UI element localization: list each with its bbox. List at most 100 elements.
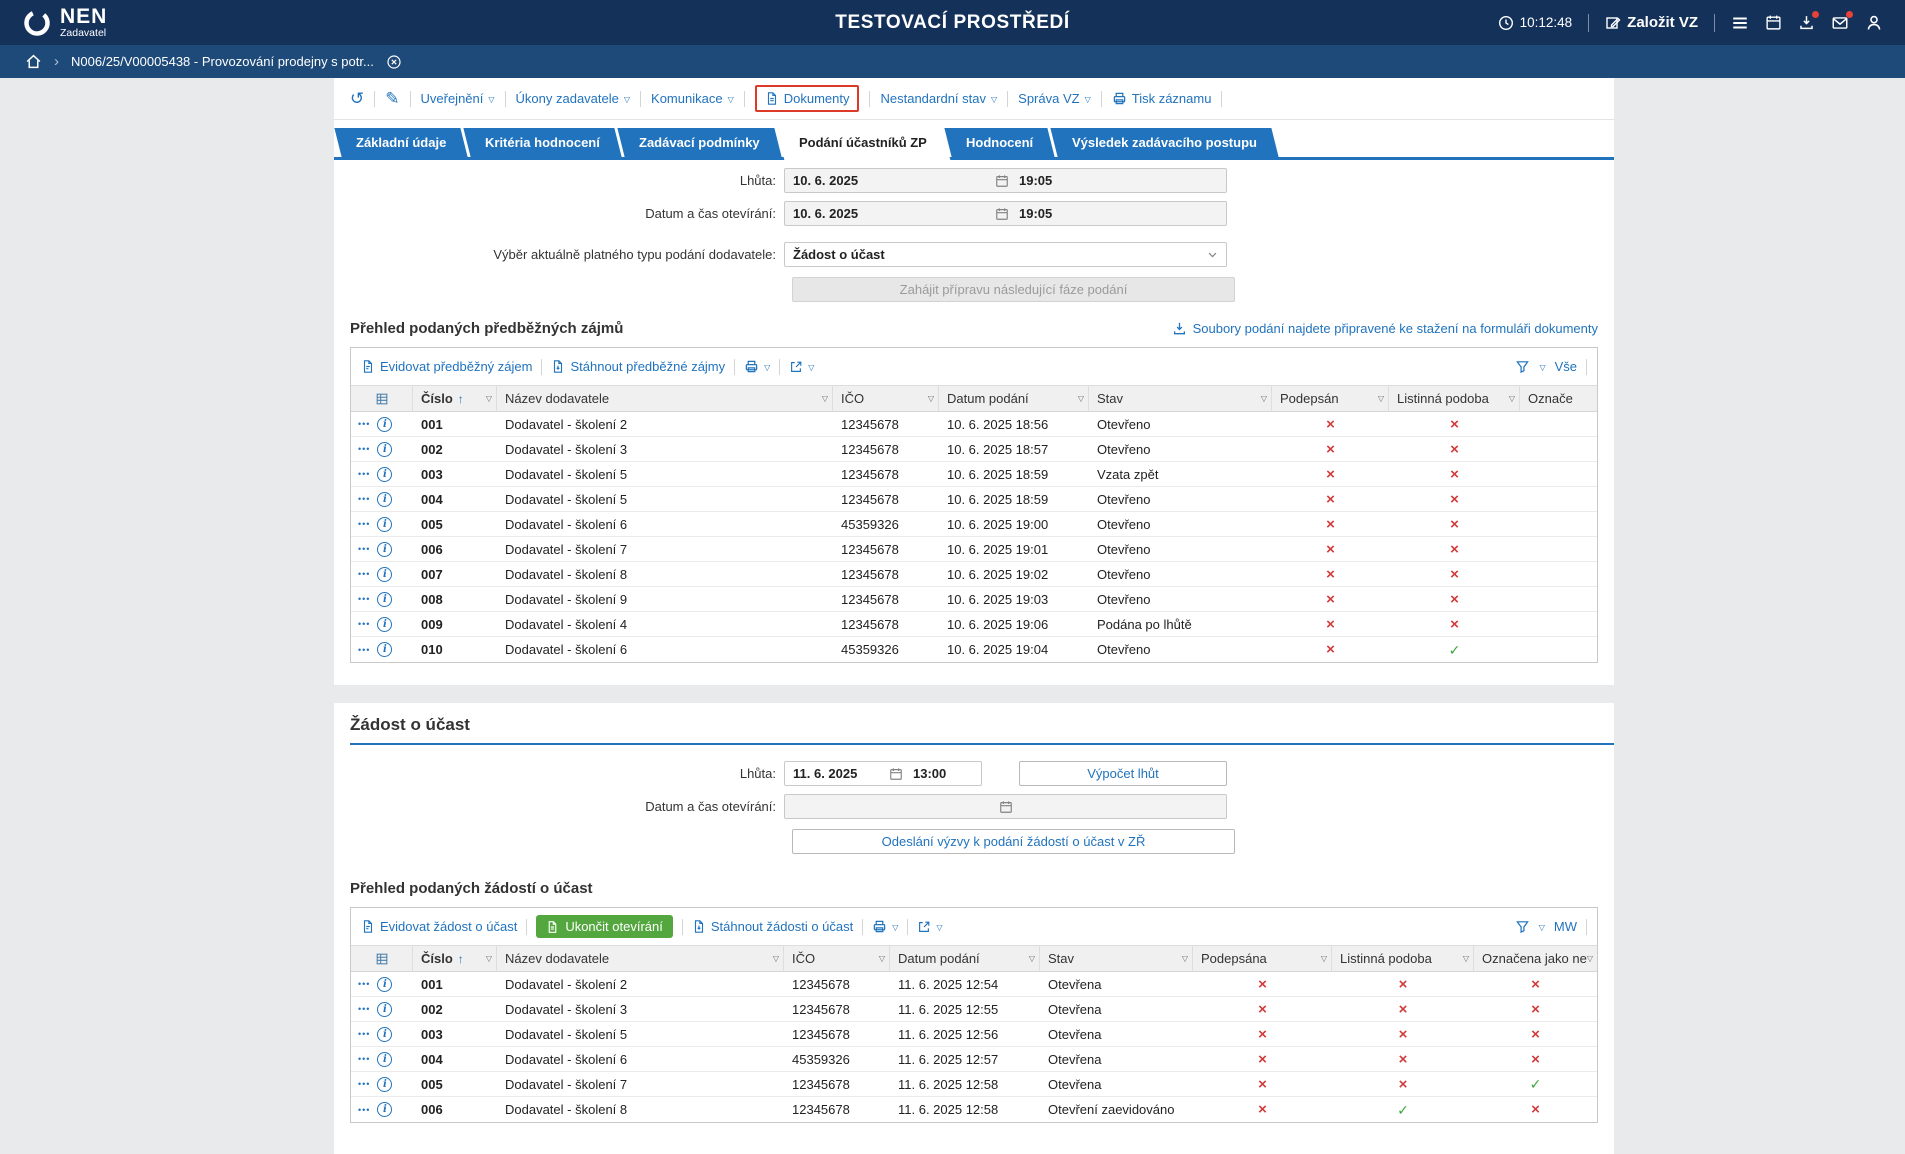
filter-triangle-icon[interactable]: ▽: [1029, 954, 1035, 963]
table-row[interactable]: •••i004Dodavatel - školení 64535932611. …: [351, 1047, 1597, 1072]
row-menu-icon[interactable]: •••: [358, 619, 370, 629]
row-menu-icon[interactable]: •••: [358, 1029, 370, 1039]
view-selector[interactable]: MW: [1554, 919, 1577, 934]
column-header-oznacena[interactable]: Označe: [1520, 386, 1597, 411]
filter-triangle-icon[interactable]: ▽: [1587, 954, 1593, 963]
row-menu-icon[interactable]: •••: [358, 1105, 370, 1115]
filter-icon[interactable]: [1515, 919, 1530, 934]
row-menu-icon[interactable]: •••: [358, 645, 370, 655]
tab-kriteria-hodnoceni[interactable]: Kritéria hodnocení: [464, 128, 622, 157]
info-icon[interactable]: i: [377, 442, 392, 457]
menu-sprava-vz[interactable]: Správa VZ▽: [1018, 91, 1091, 106]
table-row[interactable]: •••i002Dodavatel - školení 31234567810. …: [351, 437, 1597, 462]
calendar-icon[interactable]: [999, 800, 1013, 814]
column-header-cislo[interactable]: Číslo↑▽: [413, 386, 497, 411]
tab-zakladni-udaje[interactable]: Základní údaje: [334, 128, 468, 157]
filter-triangle-icon[interactable]: ▽: [1463, 954, 1469, 963]
filter-triangle-icon[interactable]: ▽: [1378, 394, 1384, 403]
filter-triangle-icon[interactable]: ▽: [1261, 394, 1267, 403]
table-row[interactable]: •••i008Dodavatel - školení 91234567810. …: [351, 587, 1597, 612]
menu-nestandardni-stav[interactable]: Nestandardní stav▽: [880, 91, 997, 106]
row-menu-icon[interactable]: •••: [358, 444, 370, 454]
info-icon[interactable]: i: [377, 977, 392, 992]
info-icon[interactable]: i: [377, 567, 392, 582]
row-menu-icon[interactable]: •••: [358, 569, 370, 579]
info-icon[interactable]: i: [377, 1027, 392, 1042]
zadost-lhuta-field[interactable]: 11. 6. 2025 13:00: [784, 761, 982, 786]
row-menu-icon[interactable]: •••: [358, 544, 370, 554]
view-selector[interactable]: Vše: [1555, 359, 1577, 374]
filter-icon[interactable]: [1515, 359, 1530, 374]
table-row[interactable]: •••i001Dodavatel - školení 21234567811. …: [351, 972, 1597, 997]
column-header-stav[interactable]: Stav▽: [1040, 946, 1193, 971]
info-icon[interactable]: i: [377, 592, 392, 607]
user-icon[interactable]: [1865, 14, 1883, 32]
calendar-icon[interactable]: [889, 767, 903, 781]
breadcrumb[interactable]: N006/25/V00005438 - Provozování prodejny…: [71, 54, 374, 69]
info-icon[interactable]: i: [377, 417, 392, 432]
tab-vysledek-zadavaciho-postupu[interactable]: Výsledek zadávacího postupu: [1050, 128, 1278, 157]
menu-ukony-zadavatele[interactable]: Úkony zadavatele▽: [516, 91, 631, 106]
info-icon[interactable]: i: [377, 542, 392, 557]
table-row[interactable]: •••i007Dodavatel - školení 81234567810. …: [351, 562, 1597, 587]
odeslat-vyzvu-button[interactable]: Odeslání výzvy k podání žádostí o účast …: [792, 829, 1235, 854]
filter-triangle-icon[interactable]: ▽: [1078, 394, 1084, 403]
pencil-icon[interactable]: ✎: [385, 90, 399, 107]
create-vz-button[interactable]: Založit VZ: [1605, 14, 1698, 31]
menu-icon[interactable]: [1731, 14, 1749, 32]
calendar-icon[interactable]: [995, 174, 1009, 188]
info-icon[interactable]: i: [377, 492, 392, 507]
table-row[interactable]: •••i006Dodavatel - školení 81234567811. …: [351, 1097, 1597, 1122]
vypocet-lhut-button[interactable]: Výpočet lhůt: [1019, 761, 1227, 786]
info-icon[interactable]: i: [377, 517, 392, 532]
row-menu-icon[interactable]: •••: [358, 494, 370, 504]
filter-triangle-icon[interactable]: ▽: [1509, 394, 1515, 403]
table-row[interactable]: •••i003Dodavatel - školení 51234567810. …: [351, 462, 1597, 487]
tab-hodnoceni[interactable]: Hodnocení: [944, 128, 1054, 157]
row-menu-icon[interactable]: •••: [358, 1054, 370, 1064]
column-header-nazev[interactable]: Název dodavatele▽: [497, 386, 833, 411]
messages-icon[interactable]: [1831, 14, 1849, 32]
row-menu-icon[interactable]: •••: [358, 1079, 370, 1089]
column-header-datum[interactable]: Datum podání▽: [890, 946, 1040, 971]
export-table-button[interactable]: ▽: [917, 920, 942, 934]
table-row[interactable]: •••i006Dodavatel - školení 71234567810. …: [351, 537, 1597, 562]
evidovat-zajem-button[interactable]: Evidovat předběžný zájem: [361, 359, 532, 374]
filter-triangle-icon[interactable]: ▽: [1182, 954, 1188, 963]
table-row[interactable]: •••i010Dodavatel - školení 64535932610. …: [351, 637, 1597, 662]
lhuta-field[interactable]: 10. 6. 2025 19:05: [784, 168, 1227, 193]
info-icon[interactable]: i: [377, 1002, 392, 1017]
info-icon[interactable]: i: [377, 1102, 392, 1117]
zadost-otevirani-field[interactable]: [784, 794, 1227, 819]
print-table-button[interactable]: ▽: [744, 359, 770, 374]
undo-icon[interactable]: ↺: [350, 90, 364, 107]
download-files-link[interactable]: Soubory podání najdete připravené ke sta…: [1172, 321, 1598, 336]
row-menu-icon[interactable]: •••: [358, 419, 370, 429]
menu-dokumenty[interactable]: Dokumenty: [755, 85, 860, 112]
grid-icon[interactable]: [351, 386, 413, 411]
table-row[interactable]: •••i005Dodavatel - školení 71234567811. …: [351, 1072, 1597, 1097]
table-row[interactable]: •••i009Dodavatel - školení 41234567810. …: [351, 612, 1597, 637]
row-menu-icon[interactable]: •••: [358, 469, 370, 479]
menu-uverejneni[interactable]: Uveřejnění▽: [421, 91, 495, 106]
column-header-listinna[interactable]: Listinná podoba▽: [1389, 386, 1520, 411]
column-header-oznacena[interactable]: Označena jako ne▽: [1474, 946, 1597, 971]
stahnout-zadosti-button[interactable]: Stáhnout žádosti o účast: [692, 919, 853, 934]
downloads-icon[interactable]: [1798, 14, 1815, 31]
filter-triangle-icon[interactable]: ▽: [879, 954, 885, 963]
table-row[interactable]: •••i004Dodavatel - školení 51234567810. …: [351, 487, 1597, 512]
filter-triangle-icon[interactable]: ▽: [773, 954, 779, 963]
filter-triangle-icon[interactable]: ▽: [1321, 954, 1327, 963]
row-menu-icon[interactable]: •••: [358, 519, 370, 529]
column-header-ico[interactable]: IČO▽: [833, 386, 939, 411]
tab-podani-ucastniku-zp[interactable]: Podání účastníků ZP: [777, 128, 948, 157]
table-row[interactable]: •••i003Dodavatel - školení 51234567811. …: [351, 1022, 1597, 1047]
tab-zadavaci-podminky[interactable]: Zadávací podmínky: [618, 128, 782, 157]
column-header-datum[interactable]: Datum podání▽: [939, 386, 1089, 411]
filter-triangle-icon[interactable]: ▽: [822, 394, 828, 403]
column-header-listinna[interactable]: Listinná podoba▽: [1332, 946, 1474, 971]
table-row[interactable]: •••i002Dodavatel - školení 31234567811. …: [351, 997, 1597, 1022]
grid-icon[interactable]: [351, 946, 413, 971]
column-header-nazev[interactable]: Název dodavatele▽: [497, 946, 784, 971]
otevirani-field[interactable]: 10. 6. 2025 19:05: [784, 201, 1227, 226]
